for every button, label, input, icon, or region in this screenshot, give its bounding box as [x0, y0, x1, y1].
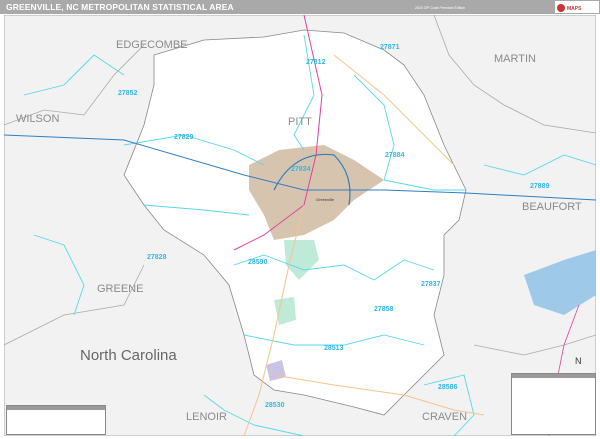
zip-label[interactable]: 27837: [421, 281, 441, 288]
city-label-greenville[interactable]: Greenville: [316, 197, 335, 202]
zip-label[interactable]: 27828: [147, 254, 167, 261]
zip-label[interactable]: 27884: [385, 152, 405, 159]
market-maps-logo: MAPS: [555, 1, 599, 13]
county-label-lenoir: LENOIR: [186, 411, 227, 423]
state-label: North Carolina: [80, 347, 177, 364]
north-arrow-icon: N: [575, 356, 582, 366]
zip-label[interactable]: 27829: [174, 134, 194, 141]
zip-label[interactable]: 27834: [291, 166, 311, 173]
county-label-greene: GREENE: [97, 283, 143, 295]
county-label-wilson: WILSON: [16, 113, 59, 125]
zip-label[interactable]: 27812: [306, 59, 326, 66]
title-bar: GREENVILLE, NC METROPOLITAN STATISTICAL …: [0, 0, 600, 14]
map-legend: [511, 373, 596, 435]
zip-label[interactable]: 27889: [530, 183, 550, 190]
zip-label[interactable]: 27852: [118, 90, 138, 97]
zip-label[interactable]: 28586: [438, 384, 458, 391]
svg-text:MAPS: MAPS: [567, 6, 582, 12]
zip-label[interactable]: 27858: [374, 306, 394, 313]
county-label-martin: MARTIN: [494, 53, 536, 65]
zip-label[interactable]: 28530: [265, 402, 285, 409]
zip-label[interactable]: 28513: [324, 345, 344, 352]
map-title: GREENVILLE, NC METROPOLITAN STATISTICAL …: [6, 2, 234, 12]
map-canvas[interactable]: EDGECOMBE MARTIN WILSON PITT BEAUFORT GR…: [4, 15, 596, 436]
zip-label[interactable]: 27871: [380, 44, 400, 51]
county-label-pitt: PITT: [288, 116, 312, 128]
zip-label[interactable]: 28590: [248, 259, 268, 266]
county-label-beaufort: BEAUFORT: [522, 201, 582, 213]
edition-label: 2020 ZIP Code Premium Edition: [415, 6, 466, 10]
county-label-craven: CRAVEN: [422, 411, 467, 423]
county-label-edgecombe: EDGECOMBE: [116, 39, 188, 51]
zip-code-index-table: [6, 405, 106, 435]
